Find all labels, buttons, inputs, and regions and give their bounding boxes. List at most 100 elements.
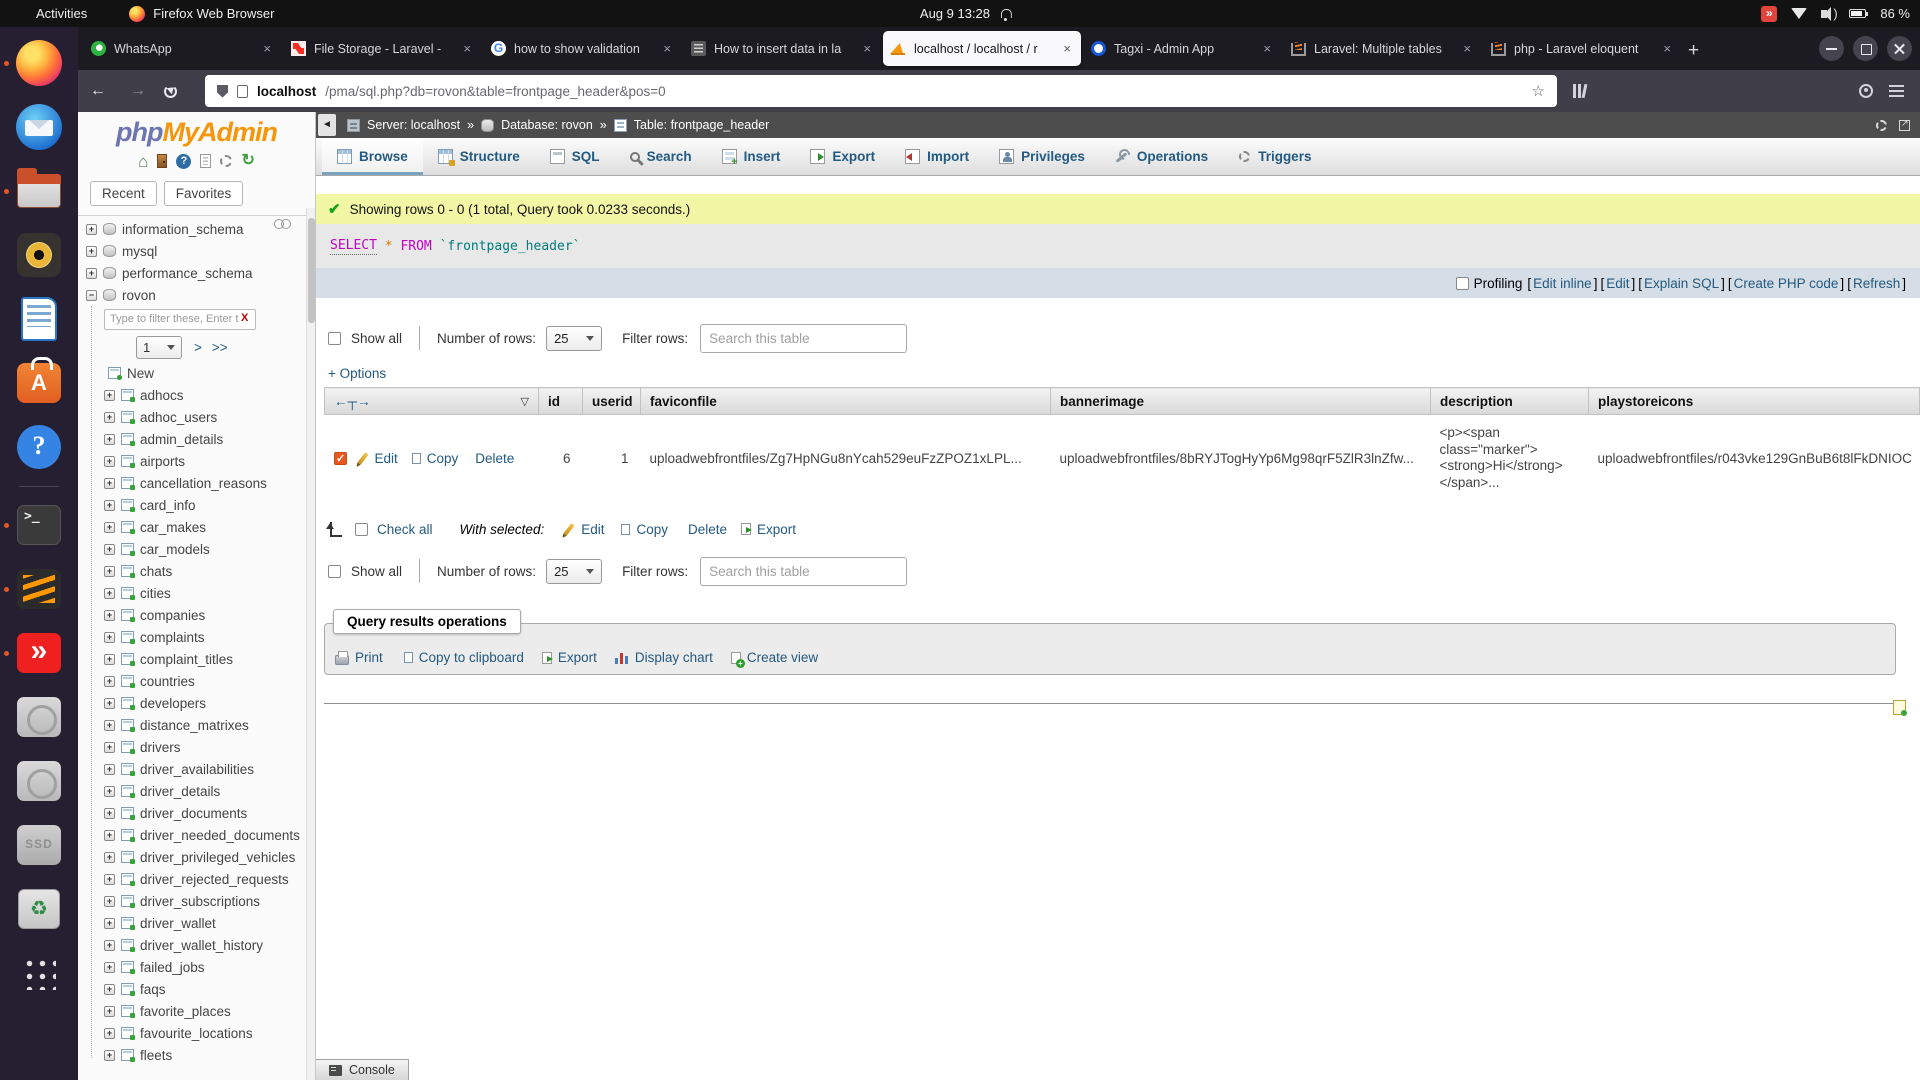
tab-close-icon[interactable]: × [661, 41, 673, 56]
minimize-button[interactable] [1819, 36, 1844, 61]
row-action-link[interactable]: Delete [475, 451, 514, 466]
pma-logo[interactable]: phpMyAdmin [78, 117, 315, 147]
pma-tab[interactable]: Export [795, 138, 890, 175]
expand-icon[interactable]: + [104, 940, 115, 951]
selected-action-link[interactable]: Edit [581, 522, 604, 537]
maximize-button[interactable] [1853, 36, 1878, 61]
sort-header[interactable]: ←┬→▽ [325, 388, 539, 415]
show-all-checkbox[interactable] [328, 565, 341, 578]
pma-tab[interactable]: Privileges [984, 138, 1100, 175]
library-icon[interactable] [1573, 84, 1588, 98]
expand-icon[interactable]: + [104, 478, 115, 489]
sidebar-table-item[interactable]: + complaint_titles [78, 648, 315, 670]
sidebar-table-item[interactable]: + driver_availabilities [78, 758, 315, 780]
expand-icon[interactable]: + [104, 786, 115, 797]
favorites-button[interactable]: Favorites [164, 181, 244, 206]
sidebar-table-item[interactable]: + cancellation_reasons [78, 472, 315, 494]
system-tray[interactable]: » 86 % [1761, 0, 1910, 27]
browser-tab[interactable]: localhost / localhost / r × [883, 31, 1081, 66]
account-icon[interactable] [1859, 84, 1873, 98]
expand-icon[interactable]: + [104, 896, 115, 907]
sidebar-table-item[interactable]: + complaints [78, 626, 315, 648]
expand-window-icon[interactable] [1899, 120, 1910, 131]
expand-icon[interactable]: + [104, 676, 115, 687]
expand-icon[interactable]: + [104, 764, 115, 775]
sidebar-table-item[interactable]: + card_info [78, 494, 315, 516]
profiling-link[interactable]: Edit [1606, 276, 1629, 291]
sidebar-database-item[interactable]: + mysql [78, 240, 315, 262]
home-icon[interactable]: ⌂ [138, 153, 148, 170]
refresh-icon[interactable]: ↻ [241, 154, 254, 168]
selected-action-link[interactable]: Delete [688, 522, 727, 537]
tab-close-icon[interactable]: × [861, 41, 873, 56]
logout-icon[interactable] [157, 154, 167, 168]
pma-tab[interactable]: Triggers [1223, 138, 1326, 175]
column-header-description[interactable]: description [1431, 388, 1589, 415]
back-button[interactable]: ← [78, 82, 118, 100]
table-search-input[interactable] [700, 557, 907, 586]
expand-icon[interactable]: + [104, 434, 115, 445]
sidebar-table-item[interactable]: + driver_privileged_vehicles [78, 846, 315, 868]
sidebar-table-item[interactable]: + chats [78, 560, 315, 582]
documentation-icon[interactable] [200, 154, 211, 168]
help-icon[interactable]: ? [176, 154, 191, 169]
expand-icon[interactable]: + [104, 588, 115, 599]
expand-icon[interactable]: + [104, 984, 115, 995]
tab-close-icon[interactable]: × [1661, 41, 1673, 56]
sidebar-table-item[interactable]: + fleets [78, 1044, 315, 1066]
expand-icon[interactable]: + [86, 224, 97, 235]
sidebar-table-item[interactable]: + car_makes [78, 516, 315, 538]
sidebar-new-table[interactable]: New [78, 362, 315, 384]
sidebar-table-item[interactable]: + favorite_places [78, 1000, 315, 1022]
close-button[interactable] [1887, 36, 1912, 61]
expand-icon[interactable]: + [104, 390, 115, 401]
browser-tab[interactable]: File Storage - Laravel - × [283, 31, 481, 66]
sidebar-table-item[interactable]: + airports [78, 450, 315, 472]
column-header-playstoreicons[interactable]: playstoreicons [1589, 388, 1920, 415]
expand-icon[interactable]: + [104, 412, 115, 423]
sidebar-table-item[interactable]: + adhoc_users [78, 406, 315, 428]
scrollbar-thumb[interactable] [308, 218, 315, 323]
selected-action-link[interactable]: Export [757, 522, 796, 537]
pma-tab[interactable]: Operations [1100, 138, 1223, 175]
tab-close-icon[interactable]: × [261, 41, 273, 56]
activities-button[interactable]: Activities [28, 4, 95, 23]
expand-icon[interactable]: + [104, 698, 115, 709]
sidebar-table-item[interactable]: + driver_wallet [78, 912, 315, 934]
row-action-link[interactable]: Copy [427, 451, 459, 466]
clock-menu[interactable]: Aug 9 13:28 [920, 0, 1011, 27]
expand-icon[interactable]: + [104, 566, 115, 577]
browser-tab[interactable]: WhatsApp × [83, 31, 281, 66]
expand-icon[interactable]: + [86, 246, 97, 257]
check-all-checkbox[interactable] [355, 523, 368, 536]
breadcrumb-table[interactable]: Table: frontpage_header [634, 118, 770, 132]
column-header-userid[interactable]: userid [583, 388, 641, 415]
console-bar[interactable]: Console [316, 1059, 409, 1080]
expand-icon[interactable]: + [104, 1028, 115, 1039]
collapse-sidebar-button[interactable]: ◄ [318, 114, 336, 136]
sidebar-table-item[interactable]: + developers [78, 692, 315, 714]
sidebar-database-item[interactable]: + performance_schema [78, 262, 315, 284]
expand-icon[interactable]: + [104, 742, 115, 753]
rows-select[interactable]: 25 [546, 559, 602, 584]
new-tab-button[interactable]: + [1682, 40, 1709, 70]
table-search-input[interactable] [700, 324, 907, 353]
sidebar-table-item[interactable]: + driver_subscriptions [78, 890, 315, 912]
sidebar-table-item[interactable]: + admin_details [78, 428, 315, 450]
expand-icon[interactable]: + [104, 852, 115, 863]
page-settings-gear-icon[interactable] [1876, 120, 1887, 131]
browser-tab[interactable]: How to insert data in la × [683, 31, 881, 66]
profiling-link[interactable]: Edit inline [1533, 276, 1592, 291]
expand-icon[interactable]: + [104, 874, 115, 885]
pma-tab[interactable]: Import [890, 138, 984, 175]
reload-button[interactable] [164, 85, 177, 98]
url-bar[interactable]: localhost /pma/sql.php?db=rovon&table=fr… [205, 75, 1557, 107]
collapse-icon[interactable]: − [86, 290, 97, 301]
query-op-link[interactable]: Copy to clipboard [419, 650, 524, 665]
sidebar-table-item[interactable]: + driver_rejected_requests [78, 868, 315, 890]
selected-action-link[interactable]: Copy [636, 522, 668, 537]
pma-tab[interactable]: Insert [707, 138, 796, 175]
last-page-link[interactable]: >> [212, 340, 228, 355]
expand-icon[interactable]: + [104, 830, 115, 841]
pma-tab[interactable]: SQL [535, 138, 615, 175]
